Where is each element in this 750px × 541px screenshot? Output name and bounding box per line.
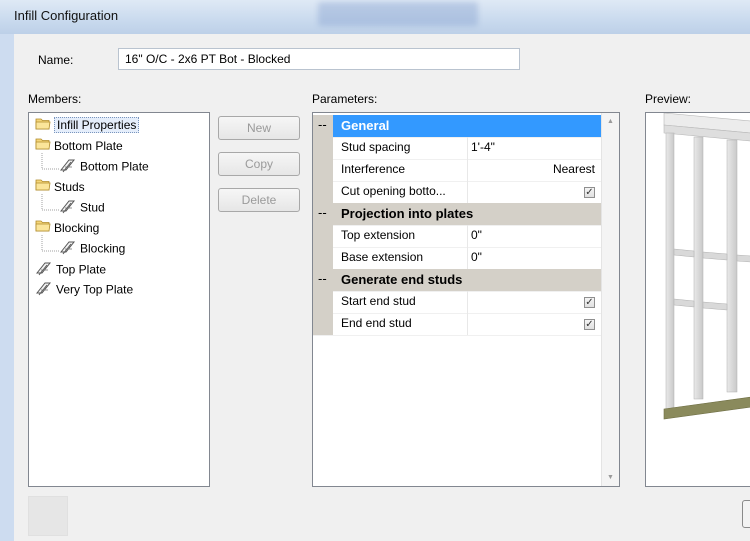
column-divider <box>467 181 468 203</box>
tree-item-label: Bottom Plate <box>54 138 123 153</box>
folder-icon <box>35 137 51 155</box>
tree-item-label: Blocking <box>80 241 126 256</box>
property-value: ✓ <box>584 316 595 330</box>
background-blur <box>318 2 478 26</box>
property-name: End end stud <box>341 316 412 330</box>
tree-item-label: Very Top Plate <box>56 282 134 297</box>
tree-item[interactable]: Studs <box>35 178 85 196</box>
row-gutter <box>313 181 333 203</box>
property-name: Cut opening botto... <box>341 184 446 198</box>
collapse-toggle[interactable]: -- <box>318 117 327 132</box>
tree-item-label: Infill Properties <box>54 117 140 133</box>
members-label: Members: <box>28 92 82 106</box>
column-divider <box>467 313 468 335</box>
preview-pane[interactable] <box>645 112 750 487</box>
scroll-up-icon[interactable]: ▲ <box>602 113 619 130</box>
collapse-toggle[interactable]: -- <box>318 205 327 220</box>
delete-button[interactable]: Delete <box>218 188 300 212</box>
property-row[interactable]: End end stud ✓ <box>313 313 603 336</box>
collapse-toggle[interactable]: -- <box>318 271 327 286</box>
ok-button-partial[interactable] <box>742 500 750 528</box>
lumber-icon <box>59 157 77 178</box>
wall-preview-image <box>663 113 750 420</box>
property-value[interactable]: 1'-4" <box>471 140 495 154</box>
property-row[interactable]: Start end stud ✓ <box>313 291 603 314</box>
category-row[interactable]: -- General <box>313 115 603 138</box>
category-label: Projection into plates <box>341 206 474 221</box>
row-gutter <box>313 159 333 181</box>
checkbox[interactable]: ✓ <box>584 297 595 308</box>
column-divider <box>467 137 468 159</box>
scroll-down-icon[interactable]: ▼ <box>602 469 619 486</box>
row-gutter <box>313 247 333 269</box>
property-row[interactable]: Top extension 0" <box>313 225 603 248</box>
property-row[interactable]: Cut opening botto... ✓ <box>313 181 603 204</box>
lumber-icon <box>59 198 77 219</box>
tree-item-label: Blocking <box>54 220 100 235</box>
folder-icon <box>35 219 51 237</box>
category-row[interactable]: -- Projection into plates <box>313 203 603 226</box>
row-gutter <box>313 225 333 247</box>
property-value[interactable]: 0" <box>471 250 482 264</box>
property-value: ✓ <box>584 184 595 198</box>
tree-item[interactable]: Bottom Plate <box>35 137 123 155</box>
lumber-icon <box>35 260 53 281</box>
tree-item-label: Top Plate <box>56 262 107 277</box>
tree-item[interactable]: Bottom Plate <box>59 157 149 175</box>
tree-item-label: Studs <box>54 179 85 194</box>
tree-item[interactable]: Very Top Plate <box>35 280 133 298</box>
column-divider <box>467 225 468 247</box>
title-bar: Infill Configuration <box>0 0 750 35</box>
parameters-label: Parameters: <box>312 92 378 106</box>
checkbox[interactable]: ✓ <box>584 319 595 330</box>
property-value: ✓ <box>584 294 595 308</box>
tree-item[interactable]: Blocking <box>35 219 99 237</box>
checkbox[interactable]: ✓ <box>584 187 595 198</box>
column-divider <box>467 291 468 313</box>
tree-item[interactable]: Stud <box>59 198 105 216</box>
row-gutter <box>313 291 333 313</box>
lumber-icon <box>35 280 53 301</box>
name-field[interactable]: 16" O/C - 2x6 PT Bot - Blocked <box>118 48 520 70</box>
name-label: Name: <box>38 53 74 67</box>
window-title: Infill Configuration <box>14 8 119 23</box>
property-row[interactable]: Interference Nearest <box>313 159 603 182</box>
parameters-grid[interactable]: -- General Stud spacing 1'-4" Interference Ne… <box>312 112 620 487</box>
property-name: Interference <box>341 162 406 176</box>
parameters-scrollbar[interactable]: ▲ ▼ <box>601 113 619 486</box>
property-value[interactable]: 0" <box>471 228 482 242</box>
property-row[interactable]: Stud spacing 1'-4" <box>313 137 603 160</box>
row-gutter <box>313 313 333 335</box>
members-tree[interactable]: Infill Properties Bottom Plate Bottom Plat… <box>28 112 210 487</box>
category-label: General <box>341 118 390 133</box>
folder-icon <box>35 117 51 135</box>
copy-button[interactable]: Copy <box>218 152 300 176</box>
property-row[interactable]: Base extension 0" <box>313 247 603 270</box>
column-divider <box>467 159 468 181</box>
column-divider <box>467 247 468 269</box>
tree-item[interactable]: Top Plate <box>35 260 106 278</box>
tree-item-label: Stud <box>80 200 105 215</box>
category-label: Generate end studs <box>341 272 463 287</box>
preview-label: Preview: <box>645 92 692 106</box>
tree-item[interactable]: Blocking <box>59 239 125 257</box>
new-button[interactable]: New <box>218 116 300 140</box>
window-frame-left <box>0 34 14 541</box>
property-name: Start end stud <box>341 294 416 308</box>
tree-item-label: Bottom Plate <box>80 159 149 174</box>
property-value[interactable]: Nearest <box>553 162 595 176</box>
category-row[interactable]: -- Generate end studs <box>313 269 603 292</box>
lumber-icon <box>59 239 77 260</box>
status-box <box>28 496 68 536</box>
tree-item[interactable]: Infill Properties <box>35 116 140 135</box>
property-name: Stud spacing <box>341 140 411 154</box>
property-name: Base extension <box>341 250 424 264</box>
folder-icon <box>35 178 51 196</box>
row-gutter <box>313 137 333 159</box>
property-name: Top extension <box>341 228 416 242</box>
